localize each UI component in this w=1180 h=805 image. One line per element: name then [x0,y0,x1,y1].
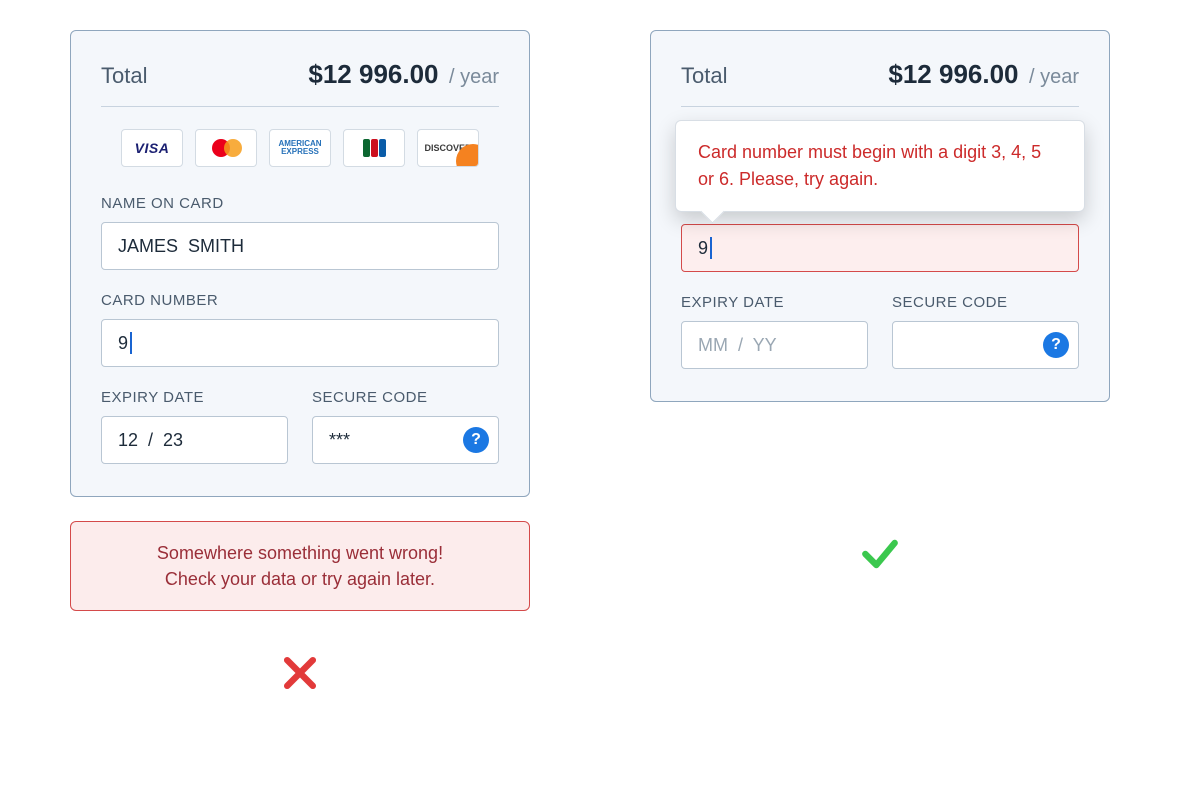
total-period: / year [449,66,499,88]
jcb-icon [343,129,405,167]
total-amount: $12 996.00 [888,59,1018,89]
inline-error-tooltip: Card number must begin with a digit 3, 4… [675,120,1085,212]
comparison-row: Total $12 996.00 / year VISA AMERICAN EX… [60,30,1120,700]
card-number-input[interactable]: 9 [681,224,1079,272]
help-icon[interactable]: ? [463,427,489,453]
expiry-secure-row: EXPIRY DATE SECURE CODE ? [101,389,499,464]
discover-icon: DISCOVER [417,129,479,167]
name-on-card-field: NAME ON CARD [101,195,499,270]
good-example-column: Total $12 996.00 / year VISA AMERICAN EX… [650,30,1110,581]
help-icon[interactable]: ? [1043,332,1069,358]
payment-form-bad: Total $12 996.00 / year VISA AMERICAN EX… [70,30,530,497]
expiry-input[interactable] [681,321,868,369]
expiry-label: EXPIRY DATE [681,294,868,311]
secure-code-label: SECURE CODE [312,389,499,406]
amex-icon: AMERICAN EXPRESS [269,129,331,167]
mastercard-icon [195,129,257,167]
bad-example-column: Total $12 996.00 / year VISA AMERICAN EX… [70,30,530,700]
generic-error-panel: Somewhere something went wrong! Check yo… [70,521,530,611]
secure-code-field: SECURE CODE ? [892,294,1079,369]
card-number-field: Card number must begin with a digit 3, 4… [681,224,1079,272]
expiry-field: EXPIRY DATE [101,389,288,464]
text-caret [710,237,712,259]
secure-code-field: SECURE CODE ? [312,389,499,464]
card-brand-row: VISA AMERICAN EXPRESS DISCOVER [101,129,499,167]
expiry-field: EXPIRY DATE [681,294,868,369]
check-icon [858,532,902,581]
error-line-2: Check your data or try again later. [91,566,509,592]
total-label: Total [681,63,727,89]
total-row: Total $12 996.00 / year [681,59,1079,107]
name-on-card-input[interactable] [101,222,499,270]
visa-icon: VISA [121,129,183,167]
card-number-field: CARD NUMBER 9 [101,292,499,367]
card-number-label: CARD NUMBER [101,292,499,309]
expiry-label: EXPIRY DATE [101,389,288,406]
cross-icon [278,651,322,700]
name-on-card-label: NAME ON CARD [101,195,499,212]
total-amount: $12 996.00 [308,59,438,89]
secure-code-label: SECURE CODE [892,294,1079,311]
text-caret [130,332,132,354]
total-label: Total [101,63,147,89]
payment-form-good: Total $12 996.00 / year VISA AMERICAN EX… [650,30,1110,402]
error-line-1: Somewhere something went wrong! [91,540,509,566]
expiry-input[interactable] [101,416,288,464]
total-period: / year [1029,66,1079,88]
total-row: Total $12 996.00 / year [101,59,499,107]
expiry-secure-row: EXPIRY DATE SECURE CODE ? [681,294,1079,369]
card-number-input[interactable]: 9 [101,319,499,367]
